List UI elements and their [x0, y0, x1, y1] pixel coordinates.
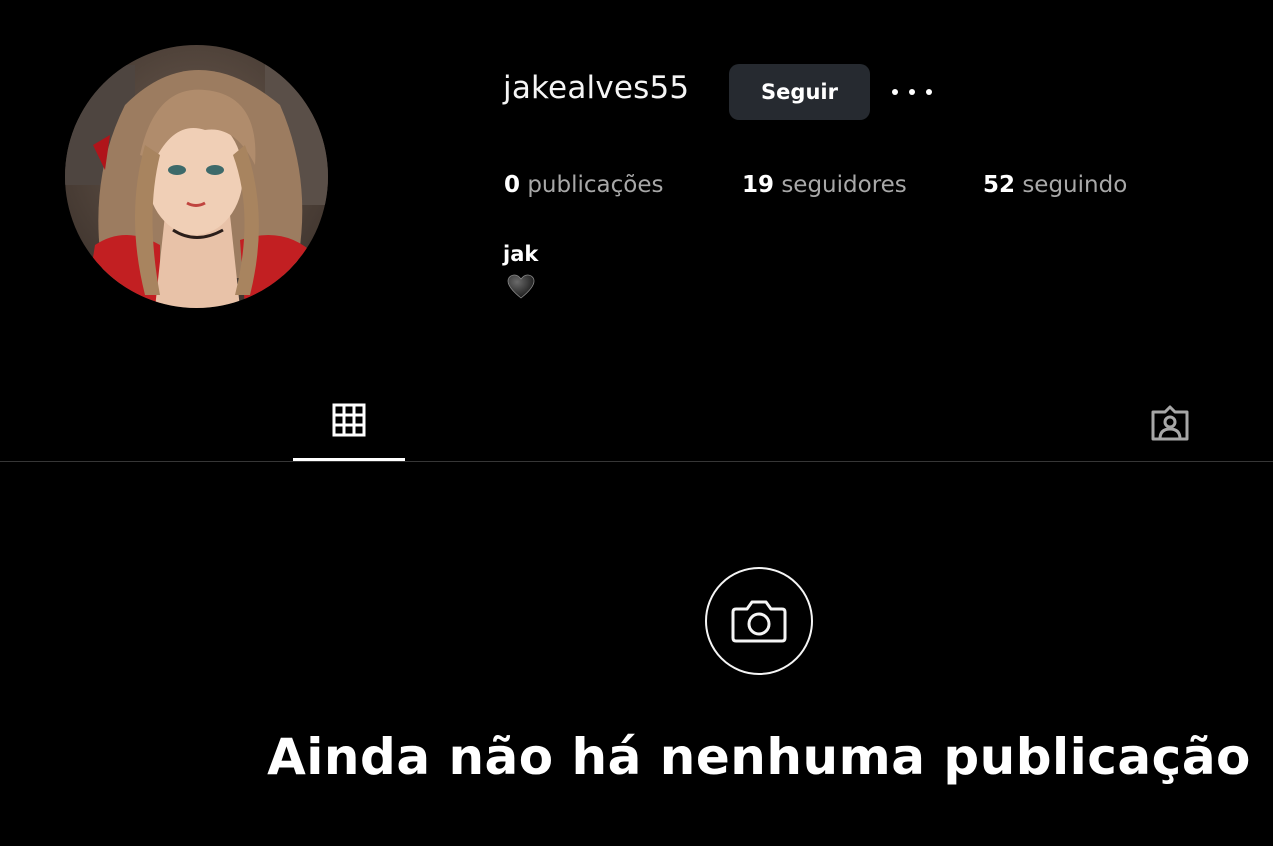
tabs-divider	[0, 461, 1273, 462]
profile-page: jakealves55 Seguir 0 publicações 19 segu…	[0, 0, 1273, 846]
more-options-icon[interactable]	[892, 80, 932, 104]
profile-username: jakealves55	[503, 70, 690, 106]
tab-tagged[interactable]	[1145, 398, 1195, 448]
dot	[892, 89, 898, 95]
heart-icon	[507, 274, 535, 299]
tagged-person-icon	[1151, 405, 1189, 441]
camera-icon	[731, 600, 787, 643]
profile-bio: 🖤	[507, 274, 535, 304]
profile-full-name: jak	[503, 242, 539, 266]
following-stat[interactable]: 52 seguindo	[983, 172, 1127, 198]
empty-state-title: Ainda não há nenhuma publicação	[267, 728, 1251, 786]
following-count: 52	[983, 172, 1016, 198]
posts-label: publicações	[527, 172, 664, 198]
empty-state-icon-circle	[705, 567, 813, 675]
followers-label: seguidores	[781, 172, 907, 198]
posts-count: 0	[504, 172, 521, 198]
followers-count: 19	[742, 172, 775, 198]
posts-count-stat: 0 publicações	[504, 172, 663, 198]
dot	[926, 89, 932, 95]
tab-posts[interactable]	[293, 388, 405, 461]
dot	[909, 89, 915, 95]
following-label: seguindo	[1022, 172, 1128, 198]
grid-icon	[332, 403, 366, 437]
profile-avatar[interactable]	[65, 45, 328, 308]
follow-button[interactable]: Seguir	[729, 64, 870, 120]
followers-stat[interactable]: 19 seguidores	[742, 172, 907, 198]
